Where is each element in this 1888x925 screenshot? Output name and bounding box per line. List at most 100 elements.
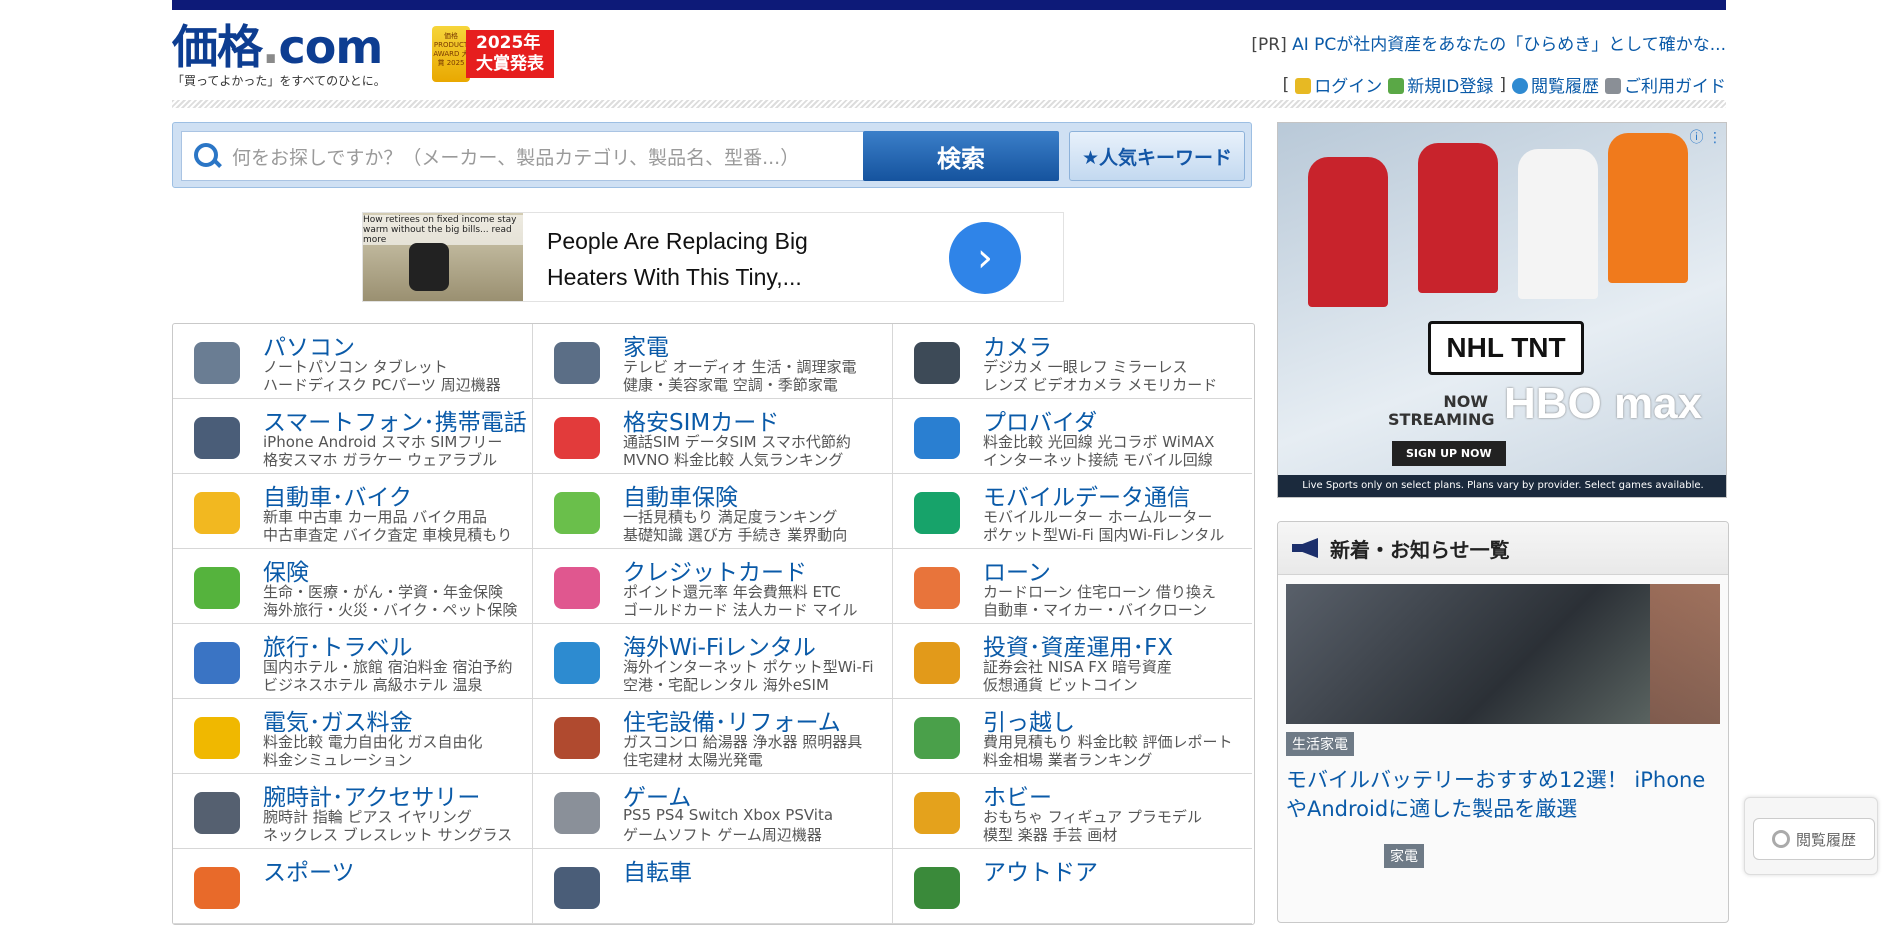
pr-text: [PR] AI PCが社内資産をあなたの「ひらめき」として確かな... [1251, 35, 1726, 55]
category-sublinks[interactable]: 中古車査定 バイク査定 車検見積もり [263, 524, 512, 545]
category-sublinks[interactable]: ゲームソフト ゲーム周辺機器 [623, 824, 822, 845]
logo-com: com [278, 20, 383, 74]
clover-icon [187, 561, 247, 615]
category-cell[interactable]: 自転車 [533, 849, 893, 924]
category-cell[interactable]: 保険 生命・医療・がん・学資・年金保険 海外旅行・火災・バイク・ペット保険 [173, 549, 533, 624]
native-ad[interactable]: How retirees on fixed income stay warm w… [362, 212, 1064, 302]
category-sublinks[interactable]: 模型 楽器 手芸 画材 [983, 824, 1117, 845]
category-cell[interactable]: アウトドア [893, 849, 1252, 924]
ad-player-image [1608, 133, 1688, 283]
ad-signup-button[interactable]: SIGN UP NOW [1392, 441, 1506, 466]
airplane-icon [187, 636, 247, 690]
search-icon [192, 141, 222, 171]
wifi-icon [907, 486, 967, 540]
energy-icon [187, 711, 247, 765]
category-title-link[interactable]: 自転車 [623, 853, 692, 887]
category-sublinks[interactable]: インターネット接続 モバイル回線 [983, 449, 1213, 470]
category-sublinks[interactable]: ポケット型Wi-Fi 国内Wi-Fiレンタル [983, 524, 1224, 545]
ad-league-logo: NHL TNT [1428, 321, 1584, 375]
popular-keyword-button[interactable]: ★人気キーワード [1069, 131, 1245, 181]
outdoor-icon [907, 861, 967, 915]
register-icon [1388, 78, 1405, 94]
megaphone-icon [1292, 538, 1318, 558]
ad-thumbnail: How retirees on fixed income stay warm w… [363, 213, 523, 301]
pr-link[interactable]: AI PCが社内資産をあなたの「ひらめき」として確かな... [1292, 35, 1726, 55]
news-title-link[interactable]: モバイルバッテリーおすすめ12選！ iPhoneやAndroidに適した製品を厳… [1286, 766, 1720, 824]
category-sublinks[interactable]: 格安スマホ ガラケー ウェアラブル [263, 449, 497, 470]
sports-icon [187, 861, 247, 915]
category-cell[interactable]: 自動車保険 一括見積もり 満足度ランキング 基礎知識 選び方 手続き 業界動向 [533, 474, 893, 549]
category-sublinks[interactable]: 料金シミュレーション [263, 749, 412, 770]
category-sublinks[interactable]: 住宅建材 太陽光発電 [623, 749, 763, 770]
top-accent-bar [172, 0, 1726, 10]
category-cell[interactable]: 住宅設備･リフォーム ガスコンロ 給湯器 浄水器 照明器具 住宅建材 太陽光発電 [533, 699, 893, 774]
category-sublinks[interactable]: レンズ ビデオカメラ メモリカード [983, 374, 1217, 395]
category-sublinks[interactable]: 基礎知識 選び方 手続き 業界動向 [623, 524, 847, 545]
ad-fine-print: Live Sports only on select plans. Plans … [1278, 475, 1726, 497]
history-link[interactable]: 閲覧履歴 [1512, 72, 1599, 97]
category-title-link[interactable]: スポーツ [263, 853, 355, 887]
category-cell[interactable]: スマートフォン･携帯電話 iPhone Android スマホ SIMフリー 格安ス… [173, 399, 533, 474]
wifi-airplane-icon [547, 636, 607, 690]
bicycle-icon [547, 861, 607, 915]
display-ad-hbo-max[interactable]: ⓘ ⋮ NHL TNT NOW STREAMING HBO max SIGN U… [1277, 122, 1727, 498]
category-cell[interactable]: 腕時計･アクセサリー 腕時計 指輪 ピアス イヤリング ネックレス ブレスレット サ… [173, 774, 533, 849]
news-header[interactable]: 新着・お知らせ一覧 [1278, 522, 1728, 575]
category-sublinks[interactable]: ネックレス ブレスレット サングラス [263, 824, 512, 845]
category-cell[interactable]: ホビー おもちゃ フィギュア プラモデル 模型 楽器 手芸 画材 [893, 774, 1252, 849]
category-sublinks[interactable]: ビジネスホテル 高級ホテル 温泉 [263, 674, 483, 695]
guide-icon [1605, 78, 1621, 94]
category-cell[interactable]: 電気･ガス料金 料金比較 電力自由化 ガス自由化 料金シミュレーション [173, 699, 533, 774]
news-category-badge: 生活家電 [1286, 732, 1354, 756]
category-cell[interactable]: スポーツ [173, 849, 533, 924]
camera-icon [907, 336, 967, 390]
category-cell[interactable]: 旅行･トラベル 国内ホテル・旅館 宿泊料金 宿泊予約 ビジネスホテル 高級ホテル 温… [173, 624, 533, 699]
category-sublinks[interactable]: 空港・宅配レンタル 海外eSIM [623, 674, 829, 695]
news-photo[interactable] [1286, 584, 1720, 724]
category-sublinks[interactable]: ハードディスク PCパーツ 周辺機器 [263, 374, 501, 395]
search-input[interactable]: 何をお探しですか？（メーカー、製品カテゴリ、製品名、型番...） [181, 131, 864, 181]
category-sublinks[interactable]: 健康・美容家電 空調・季節家電 [623, 374, 838, 395]
category-title-link[interactable]: アウトドア [983, 853, 1098, 887]
category-cell[interactable]: ゲーム PS5 PS4 Switch Xbox PSVita ゲームソフト ゲーム周… [533, 774, 893, 849]
category-sublinks[interactable]: 料金相場 業者ランキング [983, 749, 1152, 770]
category-cell[interactable]: ローン カードローン 住宅ローン 借り換え 自動車・マイカー・バイクローン [893, 549, 1252, 624]
category-cell[interactable]: プロバイダ 料金比較 光回線 光コラボ WiMAX インターネット接続 モバイル回線 [893, 399, 1252, 474]
house-icon [547, 711, 607, 765]
category-sublinks[interactable]: 海外旅行・火災・バイク・ペット保険 [263, 599, 517, 620]
award-banner-text: 2025年 大賞発表 [466, 30, 554, 78]
login-link[interactable]: ログイン [1295, 72, 1382, 97]
ad-info-icon[interactable]: ⓘ ⋮ [1690, 127, 1722, 147]
category-cell[interactable]: クレジットカード ポイント還元率 年会費無料 ETC ゴールドカード 法人カード マ… [533, 549, 893, 624]
sim-card-icon [547, 411, 607, 465]
ad-arrow-button[interactable]: › [949, 222, 1021, 294]
login-icon [1295, 78, 1312, 94]
category-cell[interactable]: 格安SIMカード 通話SIM データSIM スマホ代節約 MVNO 料金比較 人気ラ… [533, 399, 893, 474]
category-sublinks[interactable]: ゴールドカード 法人カード マイル [623, 599, 858, 620]
guide-link[interactable]: ご利用ガイド [1605, 72, 1726, 97]
category-cell[interactable]: モバイルデータ通信 モバイルルーター ホームルーター ポケット型Wi-Fi 国内Wi… [893, 474, 1252, 549]
floating-history-widget[interactable]: 閲覧履歴 [1744, 797, 1878, 875]
search-button[interactable]: 検索 [863, 131, 1059, 181]
category-cell[interactable]: 自動車･バイク 新車 中古車 カー用品 バイク用品 中古車査定 バイク査定 車検見積… [173, 474, 533, 549]
category-sublinks[interactable]: 自動車・マイカー・バイクローン [983, 599, 1207, 620]
category-sublinks[interactable]: MVNO 料金比較 人気ランキング [623, 449, 843, 470]
laptop-icon [187, 336, 247, 390]
category-cell[interactable]: 家電 テレビ オーディオ 生活・調理家電 健康・美容家電 空調・季節家電 [533, 324, 893, 399]
register-link[interactable]: 新規ID登録 [1388, 72, 1493, 97]
robot-toy-icon [907, 786, 967, 840]
header-divider [172, 100, 1726, 108]
category-cell[interactable]: パソコン ノートパソコン タブレット ハードディスク PCパーツ 周辺機器 [173, 324, 533, 399]
category-sublinks[interactable]: 仮想通貨 ビットコイン [983, 674, 1138, 695]
history-icon [1512, 78, 1528, 94]
category-sublinks[interactable]: PS5 PS4 Switch Xbox PSVita [623, 806, 833, 824]
product-award-banner[interactable]: 価格 PRODUCT AWARD 大賞 2025 2025年 大賞発表 [432, 26, 554, 82]
site-logo[interactable]: 価格.com 「買ってよかった」をすべてのひとに。 [172, 24, 386, 89]
category-cell[interactable]: 海外Wi-Fiレンタル 海外インターネット ポケット型Wi-Fi 空港・宅配レンタル… [533, 624, 893, 699]
category-cell[interactable]: 引っ越し 費用見積もり 料金比較 評価レポート 料金相場 業者ランキング [893, 699, 1252, 774]
ad-player-image [1518, 149, 1598, 299]
category-cell[interactable]: カメラ デジカメ 一眼レフ ミラーレス レンズ ビデオカメラ メモリカード [893, 324, 1252, 399]
category-cell[interactable]: 投資･資産運用･FX 証券会社 NISA FX 暗号資産 仮想通貨 ビットコイン [893, 624, 1252, 699]
ad-now-streaming: NOW STREAMING [1388, 392, 1495, 429]
calculator-icon [907, 561, 967, 615]
